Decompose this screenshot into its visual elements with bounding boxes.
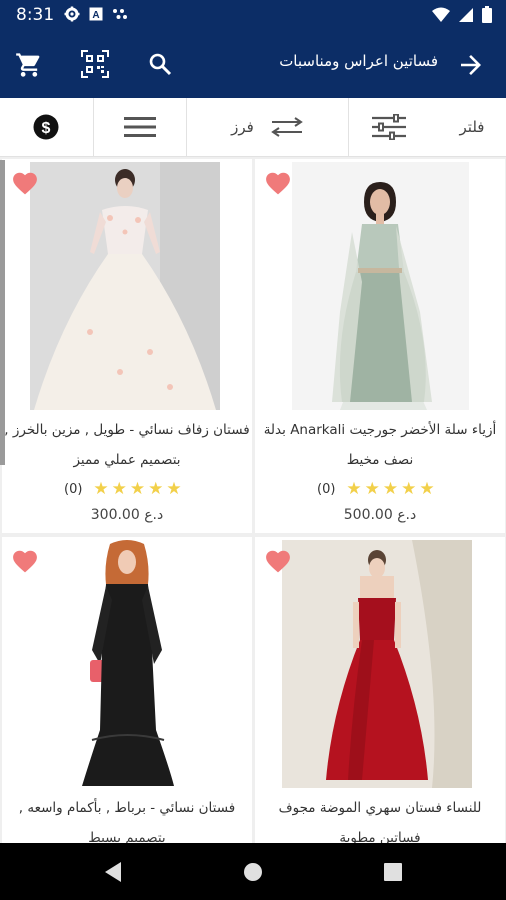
product-price: 300.00 د.ع (90, 507, 164, 523)
swap-arrows-icon (271, 117, 303, 137)
back-arrow-icon (461, 55, 481, 75)
qr-code-button[interactable] (80, 49, 110, 79)
filter-label: فلتر (459, 118, 485, 136)
app-bar: فساتين اعراس ومناسبات (0, 30, 506, 98)
gear-icon (64, 6, 80, 22)
recents-square-icon[interactable] (384, 863, 402, 881)
page-title: فساتين اعراس ومناسبات (279, 52, 438, 70)
product-rating: (0) ★ ★ ★ ★ ★ (317, 481, 435, 498)
star-icon: ★ (364, 479, 380, 499)
product-name: للنساء فستان سهري الموضة مجوف فساتين مطو… (278, 800, 482, 843)
rating-count: (0) (317, 482, 336, 497)
product-rating: (0) ★ ★ ★ ★ ★ (64, 481, 182, 498)
dots-icon (113, 9, 127, 19)
product-name: أزياء سلة الأخضر جورجيت Anarkali بدلة نص… (263, 422, 497, 468)
search-button[interactable] (146, 50, 174, 78)
favorite-heart-icon[interactable] (12, 549, 38, 573)
wifi-icon (432, 7, 450, 22)
filter-button[interactable]: فلتر (348, 98, 506, 156)
star-icon: ★ (129, 479, 146, 499)
favorite-heart-icon[interactable] (265, 171, 291, 195)
product-price: 500.00 د.ع (343, 507, 417, 523)
filter-sliders-icon (371, 114, 406, 140)
product-grid: أزياء سلة الأخضر جورجيت Anarkali بدلة نص… (0, 157, 506, 843)
star-icon: ★ (111, 479, 127, 499)
cart-icon (16, 53, 40, 77)
svg-text:$: $ (42, 120, 51, 137)
back-button[interactable] (456, 50, 486, 80)
scrollbar[interactable] (0, 160, 5, 465)
product-card[interactable]: أزياء سلة الأخضر جورجيت Anarkali بدلة نص… (255, 159, 505, 533)
product-image (30, 162, 220, 410)
product-card[interactable]: للنساء فستان سهري الموضة مجوف فساتين مطو… (255, 537, 505, 843)
favorite-heart-icon[interactable] (12, 171, 38, 195)
status-time: 8:31 (16, 5, 55, 25)
rating-count: (0) (64, 482, 83, 497)
product-name: فستان نسائي - برباط , بأكمام واسعه , بتص… (18, 800, 236, 843)
view-list-button[interactable] (93, 98, 186, 156)
star-icon: ★ (401, 479, 417, 499)
status-bar: 8:31 A (0, 0, 506, 30)
product-image (292, 162, 469, 410)
a-box-icon: A (89, 7, 103, 21)
product-card[interactable]: فستان زفاف نسائي - طويل , مزين بالخرز , … (2, 159, 252, 533)
star-icon: ★ (166, 479, 182, 499)
cart-button[interactable] (14, 50, 44, 80)
home-circle-icon[interactable] (243, 862, 263, 882)
qr-code-icon (81, 50, 109, 78)
signal-icon (459, 7, 473, 22)
sort-button[interactable]: فرز (186, 98, 348, 156)
star-icon: ★ (346, 479, 362, 499)
list-view-icon (124, 117, 156, 137)
favorite-heart-icon[interactable] (265, 549, 291, 573)
svg-text:A: A (92, 10, 99, 21)
star-icon: ★ (93, 479, 109, 499)
star-icon: ★ (419, 479, 435, 499)
sort-label: فرز (231, 118, 254, 136)
system-nav-bar (0, 843, 506, 900)
product-card[interactable]: فستان نسائي - برباط , بأكمام واسعه , بتص… (2, 537, 252, 843)
back-triangle-icon[interactable] (103, 861, 123, 883)
star-icon: ★ (148, 479, 164, 499)
dollar-icon: $ (33, 114, 59, 140)
filter-sort-toolbar: $ فرز فلتر (0, 98, 506, 157)
search-icon (149, 53, 172, 76)
product-image (282, 540, 472, 788)
product-name: فستان زفاف نسائي - طويل , مزين بالخرز , … (4, 422, 250, 468)
battery-icon (482, 6, 492, 23)
star-icon: ★ (382, 479, 399, 499)
currency-button[interactable]: $ (0, 98, 92, 156)
product-image (62, 540, 192, 788)
